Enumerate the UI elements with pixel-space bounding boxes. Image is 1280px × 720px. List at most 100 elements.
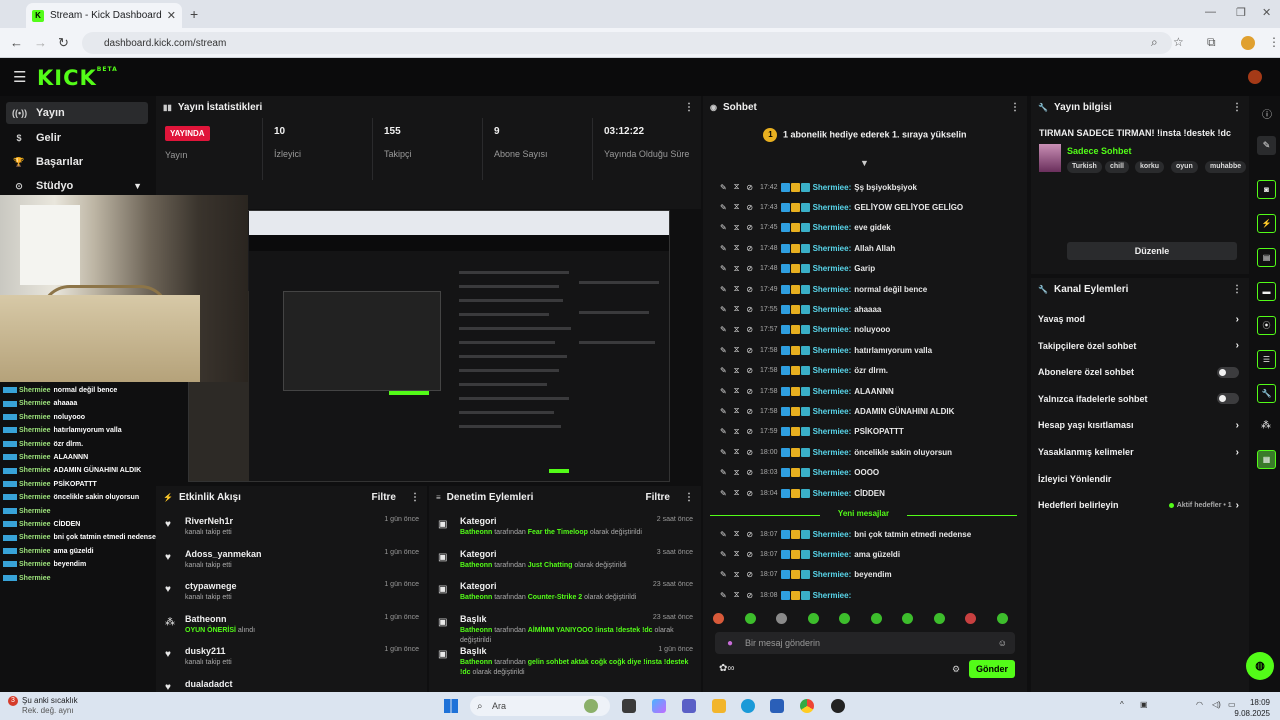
chat-username[interactable]: Shermiee: [813,366,852,375]
pin-message-icon[interactable]: ✎ [720,530,727,539]
timeout-icon[interactable]: ⧖ [734,345,740,355]
chat-message[interactable]: ✎ ⧖ ⊘ 17:43 Shermiee: GELİYOW GELİYOE GELİGO [720,200,963,214]
filter-button[interactable]: Filtre [646,492,670,503]
ban-icon[interactable]: ⊘ [746,183,753,192]
timeout-icon[interactable]: ⧖ [734,386,740,396]
more-options-icon[interactable]: ⋮ [684,102,694,113]
chat-username[interactable]: Shermiee: [813,183,852,192]
sidebar-item-basarilar[interactable]: 🏆 Başarılar [6,151,148,173]
ban-icon[interactable]: ⊘ [746,366,753,375]
bookmark-star-icon[interactable]: ☆ [1173,35,1184,49]
emote-icon[interactable] [807,613,819,624]
chat-username[interactable]: Shermiee: [813,489,852,498]
timeout-icon[interactable]: ⧖ [734,488,740,498]
ban-icon[interactable]: ⊘ [746,346,753,355]
ban-icon[interactable]: ⊘ [746,591,753,600]
layers-icon[interactable]: ☰ [1257,350,1276,369]
close-window-icon[interactable]: ✕ [1262,6,1271,19]
edit-pencil-icon[interactable]: ✎ [1257,136,1276,155]
pin-message-icon[interactable]: ✎ [720,244,727,253]
document-icon[interactable]: ▤ [1257,248,1276,267]
chat-message[interactable]: ✎ ⧖ ⊘ 17:58 Shermiee: hatırlamıyorum valla [720,343,932,357]
emote-icon[interactable] [870,613,882,624]
activity-item[interactable]: ♥ Adoss_yanmekan kanalı takip etti 1 gün ön… [163,549,419,579]
chat-username[interactable]: Shermiee: [813,427,852,436]
file-explorer-icon[interactable] [712,699,726,713]
chat-username[interactable]: Shermiee: [813,550,852,559]
ban-icon[interactable]: ⊘ [746,223,753,232]
chat-message[interactable]: ✎ ⧖ ⊘ 17:45 Shermiee: eve gidek [720,221,891,235]
pin-message-icon[interactable]: ✎ [720,407,727,416]
pin-message-icon[interactable]: ✎ [720,325,727,334]
tools-icon[interactable]: 🔧 [1257,384,1276,403]
browser-menu-icon[interactable]: ⋮ [1268,35,1280,49]
more-options-icon[interactable]: ⋮ [1232,284,1242,295]
chat-message[interactable]: ✎ ⧖ ⊘ 17:57 Shermiee: noluyooo [720,323,890,337]
pin-message-icon[interactable]: ✎ [720,468,727,477]
timeout-icon[interactable]: ⧖ [734,264,740,274]
sidebar-item-gelir[interactable]: $ Gelir [6,127,148,149]
gift-sub-promo[interactable]: 1 1 abonelik hediye ederek 1. sıraya yük… [703,128,1027,142]
pin-message-icon[interactable]: ✎ [720,346,727,355]
channel-action-item[interactable]: İzleyici Yönlendir [1038,470,1239,488]
task-view-icon[interactable] [622,699,636,713]
chat-username[interactable]: Shermiee: [813,244,852,253]
chat-message[interactable]: ✎ ⧖ ⊘ 18:03 Shermiee: OOOO [720,466,879,480]
activity-username[interactable]: dusky211 [185,646,226,656]
activity-username[interactable]: dualadadct [185,679,233,689]
ban-icon[interactable]: ⊘ [746,570,753,579]
address-bar[interactable]: dashboard.kick.com/stream [82,32,1172,54]
channel-action-item[interactable]: Yasaklanmış kelimeler › [1038,443,1239,461]
timeout-icon[interactable]: ⧖ [734,549,740,559]
moderation-item[interactable]: ▣ Başlık Batheonn tarafından gelin sohbet … [436,646,693,678]
ban-icon[interactable]: ⊘ [746,285,753,294]
chat-username[interactable]: Shermiee: [813,264,852,273]
pin-message-icon[interactable]: ✎ [720,203,727,212]
ban-icon[interactable]: ⊘ [746,264,753,273]
moderation-item[interactable]: ▣ Kategori Batheonn tarafından Just Chatti… [436,549,693,581]
ban-icon[interactable]: ⊘ [746,325,753,334]
emote-icon[interactable] [744,613,756,624]
chat-message[interactable]: ✎ ⧖ ⊘ 17:48 Shermiee: Allah Allah [720,241,895,255]
chrome-icon[interactable] [800,699,814,713]
moderation-item[interactable]: ▣ Kategori Batheonn tarafından Counter-Str… [436,581,693,613]
people-icon[interactable]: ⁂ [1261,420,1271,431]
timeout-icon[interactable]: ⧖ [734,468,740,478]
more-options-icon[interactable]: ⋮ [410,492,420,503]
chat-message[interactable]: ✎ ⧖ ⊘ 17:58 Shermiee: ALAANNN [720,384,894,398]
thumbnail-icon[interactable]: ▦ [1257,450,1276,469]
broadcast-rail-icon[interactable]: ⦿ [1257,316,1276,335]
timeout-icon[interactable]: ⧖ [734,529,740,539]
activity-username[interactable]: Batheonn [185,614,227,624]
chat-username[interactable]: Shermiee: [813,591,852,600]
extensions-icon[interactable]: ⧉ [1207,35,1216,50]
chat-message[interactable]: ✎ ⧖ ⊘ 18:08 Shermiee: [720,588,854,602]
activity-item[interactable]: ♥ dusky211 kanalı takip etti 1 gün önce [163,646,419,676]
timeout-icon[interactable]: ⧖ [734,284,740,294]
emote-icon[interactable] [776,613,787,624]
back-icon[interactable]: ← [10,35,23,50]
tray-chevron-icon[interactable]: ^ [1120,700,1124,709]
emote-icon[interactable] [713,613,724,624]
chat-username[interactable]: Shermiee: [813,223,852,232]
sidebar-item-studyo[interactable]: ⊙ Stüdyo ▼ [6,175,148,197]
ban-icon[interactable]: ⊘ [746,387,753,396]
user-avatar[interactable] [1248,70,1262,84]
reload-icon[interactable]: ↻ [58,35,69,51]
kick-logo[interactable]: KICKBETA [37,66,118,90]
ban-icon[interactable]: ⊘ [746,550,753,559]
hamburger-menu-icon[interactable]: ☰ [13,68,26,86]
pin-message-icon[interactable]: ✎ [720,366,727,375]
pin-chevron-icon[interactable]: ▼ [860,158,869,168]
timeout-icon[interactable]: ⧖ [734,243,740,253]
timeout-icon[interactable]: ⧖ [734,223,740,233]
pin-message-icon[interactable]: ✎ [720,183,727,192]
mic-icon[interactable]: ● [727,638,733,649]
zoom-icon[interactable]: ⌕ [1151,35,1158,50]
lightning-icon[interactable]: ⚡ [1257,214,1276,233]
timeout-icon[interactable]: ⧖ [734,570,740,580]
maximize-icon[interactable]: ❐ [1236,6,1246,19]
chat-username[interactable]: Shermiee: [813,570,852,579]
pin-message-icon[interactable]: ✎ [720,591,727,600]
pin-message-icon[interactable]: ✎ [720,305,727,314]
